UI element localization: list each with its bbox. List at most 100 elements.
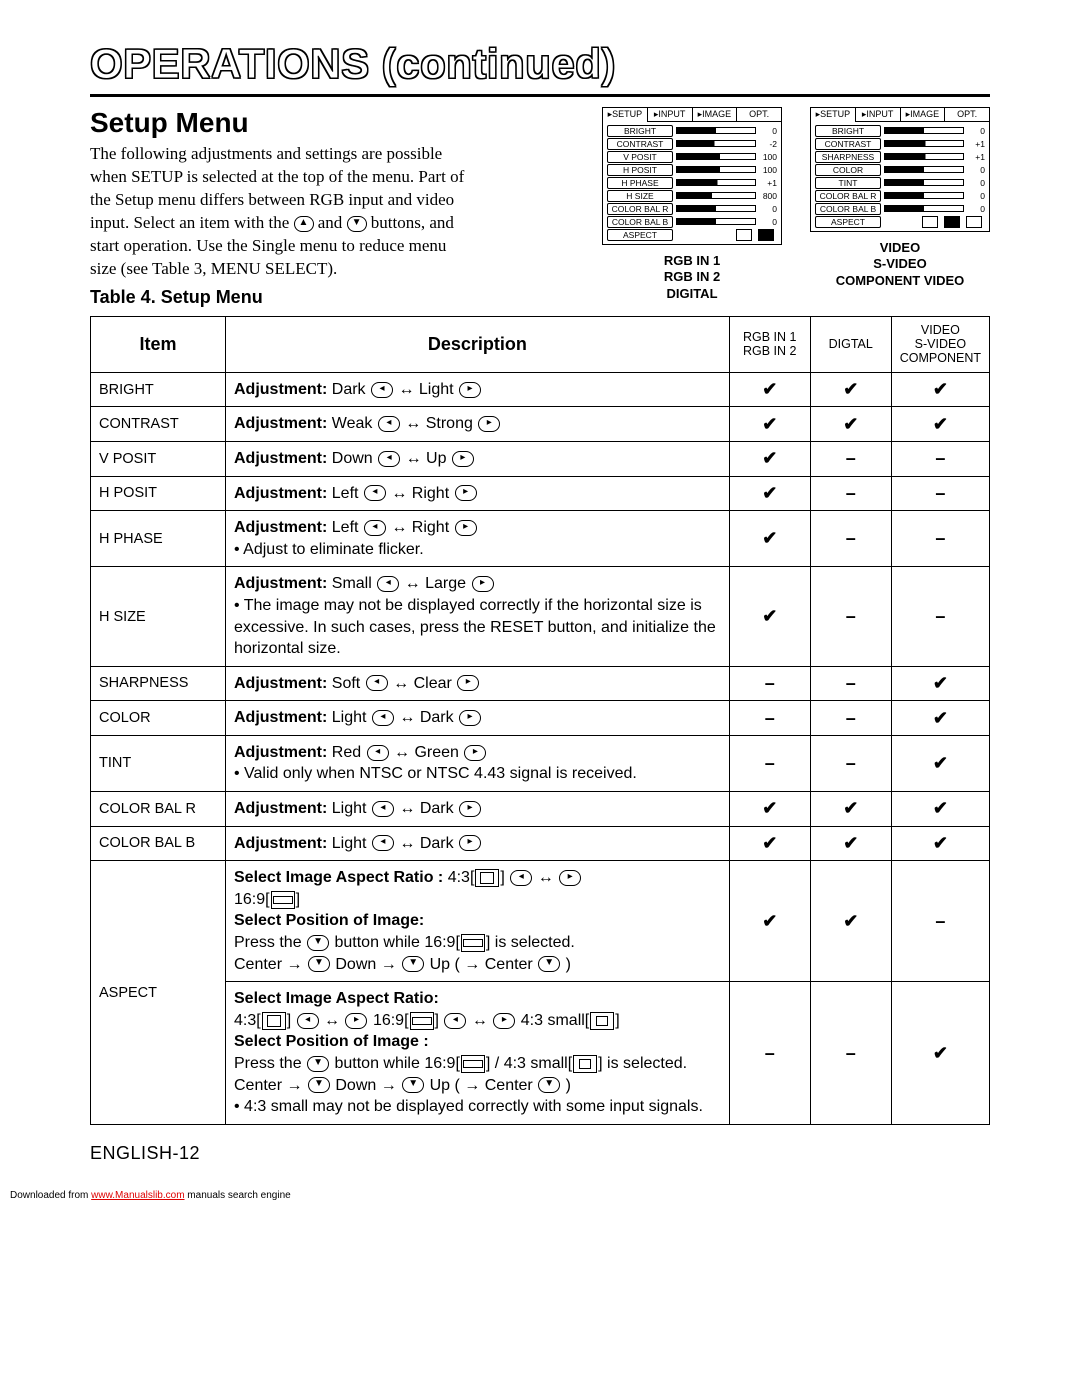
left-button-icon: ◂: [378, 451, 400, 467]
col-description: Description: [226, 316, 730, 372]
row-item: BRIGHT: [91, 372, 226, 407]
osd-tab-image: ▸IMAGE: [901, 108, 946, 122]
aspect1-rgb: ✔: [729, 861, 810, 982]
support-cell: ✔: [891, 701, 989, 736]
osd-screenshot-rgb: ▸SETUP ▸INPUT ▸IMAGE OPT. BRIGHT0CONTRAS…: [602, 107, 782, 245]
table-caption: Table 4. Setup Menu: [90, 287, 470, 308]
right-button-icon: ▸: [455, 520, 477, 536]
support-cell: ✔: [891, 407, 989, 442]
support-cell: ✔: [891, 792, 989, 827]
ratio-43-icon: [475, 869, 499, 887]
aspect2-digital: –: [810, 982, 891, 1125]
ratio-43small-icon: [573, 1055, 597, 1073]
page-footer: ENGLISH-12: [90, 1143, 990, 1164]
support-cell: ✔: [891, 735, 989, 791]
support-cell: ✔: [729, 372, 810, 407]
col-video: VIDEOS-VIDEOCOMPONENT: [891, 316, 989, 372]
ratio-169-icon: [461, 1055, 485, 1073]
ratio-169-icon: [461, 934, 485, 952]
right-button-icon: ▸: [452, 451, 474, 467]
support-cell: –: [891, 441, 989, 476]
row-description: Adjustment: Light ◂ ↔ Dark ▸: [226, 792, 730, 827]
left-button-icon: ◂: [364, 485, 386, 501]
col-rgb: RGB IN 1RGB IN 2: [729, 316, 810, 372]
row-item: V POSIT: [91, 441, 226, 476]
osd-tab-input: ▸INPUT: [856, 108, 901, 122]
right-button-icon: ▸: [459, 710, 481, 726]
support-cell: ✔: [810, 792, 891, 827]
row-description: Adjustment: Small ◂ ↔ Large ▸• The image…: [226, 567, 730, 666]
manualslib-link[interactable]: www.Manualslib.com: [91, 1190, 184, 1201]
ratio-169-icon: [410, 1012, 434, 1030]
left-button-icon: ◂: [371, 382, 393, 398]
support-cell: –: [891, 476, 989, 511]
row-item: SHARPNESS: [91, 666, 226, 701]
support-cell: –: [729, 701, 810, 736]
row-description: Adjustment: Soft ◂ ↔ Clear ▸: [226, 666, 730, 701]
row-item: TINT: [91, 735, 226, 791]
row-item: H POSIT: [91, 476, 226, 511]
right-button-icon: ▸: [457, 675, 479, 691]
support-cell: ✔: [729, 407, 810, 442]
right-button-icon: ▸: [464, 745, 486, 761]
left-button-icon: ◂: [364, 520, 386, 536]
row-description: Adjustment: Light ◂ ↔ Dark ▸: [226, 701, 730, 736]
setup-heading: Setup Menu: [90, 107, 470, 139]
ratio-169-icon: [271, 891, 295, 909]
support-cell: ✔: [810, 407, 891, 442]
osd-caption-right: VIDEO S-VIDEO COMPONENT VIDEO: [810, 240, 990, 289]
osd-row: BRIGHT0: [815, 124, 985, 137]
aspect2-video: ✔: [891, 982, 989, 1125]
support-cell: –: [891, 511, 989, 567]
row-item: COLOR BAL B: [91, 826, 226, 861]
support-cell: –: [810, 511, 891, 567]
left-button-icon: ◂: [378, 416, 400, 432]
table-row: H POSITAdjustment: Left ◂ ↔ Right ▸✔––: [91, 476, 990, 511]
osd-row: CONTRAST-2: [607, 137, 777, 150]
down-button-icon: ▼: [538, 956, 560, 972]
up-button-icon: ▲: [294, 216, 314, 232]
row-description: Adjustment: Dark ◂ ↔ Light ▸: [226, 372, 730, 407]
osd-row: CONTRAST+1: [815, 137, 985, 150]
osd-row: SHARPNESS+1: [815, 150, 985, 163]
right-button-icon: ▸: [478, 416, 500, 432]
table-row: COLOR BAL BAdjustment: Light ◂ ↔ Dark ▸✔…: [91, 826, 990, 861]
right-button-icon: ▸: [459, 382, 481, 398]
down-button-icon: ▼: [402, 956, 424, 972]
support-cell: ✔: [891, 826, 989, 861]
right-button-icon: ▸: [459, 835, 481, 851]
row-description: Adjustment: Left ◂ ↔ Right ▸• Adjust to …: [226, 511, 730, 567]
osd-row: BRIGHT0: [607, 124, 777, 137]
down-button-icon: ▼: [347, 216, 367, 232]
left-button-icon: ◂: [367, 745, 389, 761]
support-cell: ✔: [729, 511, 810, 567]
right-button-icon: ▸: [493, 1013, 515, 1029]
row-description: Adjustment: Light ◂ ↔ Dark ▸: [226, 826, 730, 861]
osd-screenshot-video: ▸SETUP ▸INPUT ▸IMAGE OPT. BRIGHT0CONTRAS…: [810, 107, 990, 232]
support-cell: –: [729, 735, 810, 791]
down-button-icon: ▼: [307, 935, 329, 951]
download-bar: Downloaded from www.Manualslib.com manua…: [0, 1184, 1080, 1211]
row-item: H SIZE: [91, 567, 226, 666]
down-button-icon: ▼: [308, 956, 330, 972]
support-cell: ✔: [891, 372, 989, 407]
right-button-icon: ▸: [459, 801, 481, 817]
row-description: Adjustment: Red ◂ ↔ Green ▸• Valid only …: [226, 735, 730, 791]
support-cell: ✔: [810, 372, 891, 407]
table-row: H SIZEAdjustment: Small ◂ ↔ Large ▸• The…: [91, 567, 990, 666]
support-cell: ✔: [729, 792, 810, 827]
row-item: CONTRAST: [91, 407, 226, 442]
osd-row: V POSIT100: [607, 150, 777, 163]
support-cell: ✔: [729, 826, 810, 861]
support-cell: –: [810, 476, 891, 511]
down-button-icon: ▼: [402, 1077, 424, 1093]
osd-row: COLOR0: [815, 163, 985, 176]
support-cell: ✔: [729, 441, 810, 476]
left-button-icon: ◂: [377, 576, 399, 592]
left-button-icon: ◂: [366, 675, 388, 691]
support-cell: –: [729, 666, 810, 701]
row-description: Adjustment: Down ◂ ↔ Up ▸: [226, 441, 730, 476]
support-cell: –: [810, 441, 891, 476]
down-button-icon: ▼: [538, 1077, 560, 1093]
row-item: COLOR: [91, 701, 226, 736]
